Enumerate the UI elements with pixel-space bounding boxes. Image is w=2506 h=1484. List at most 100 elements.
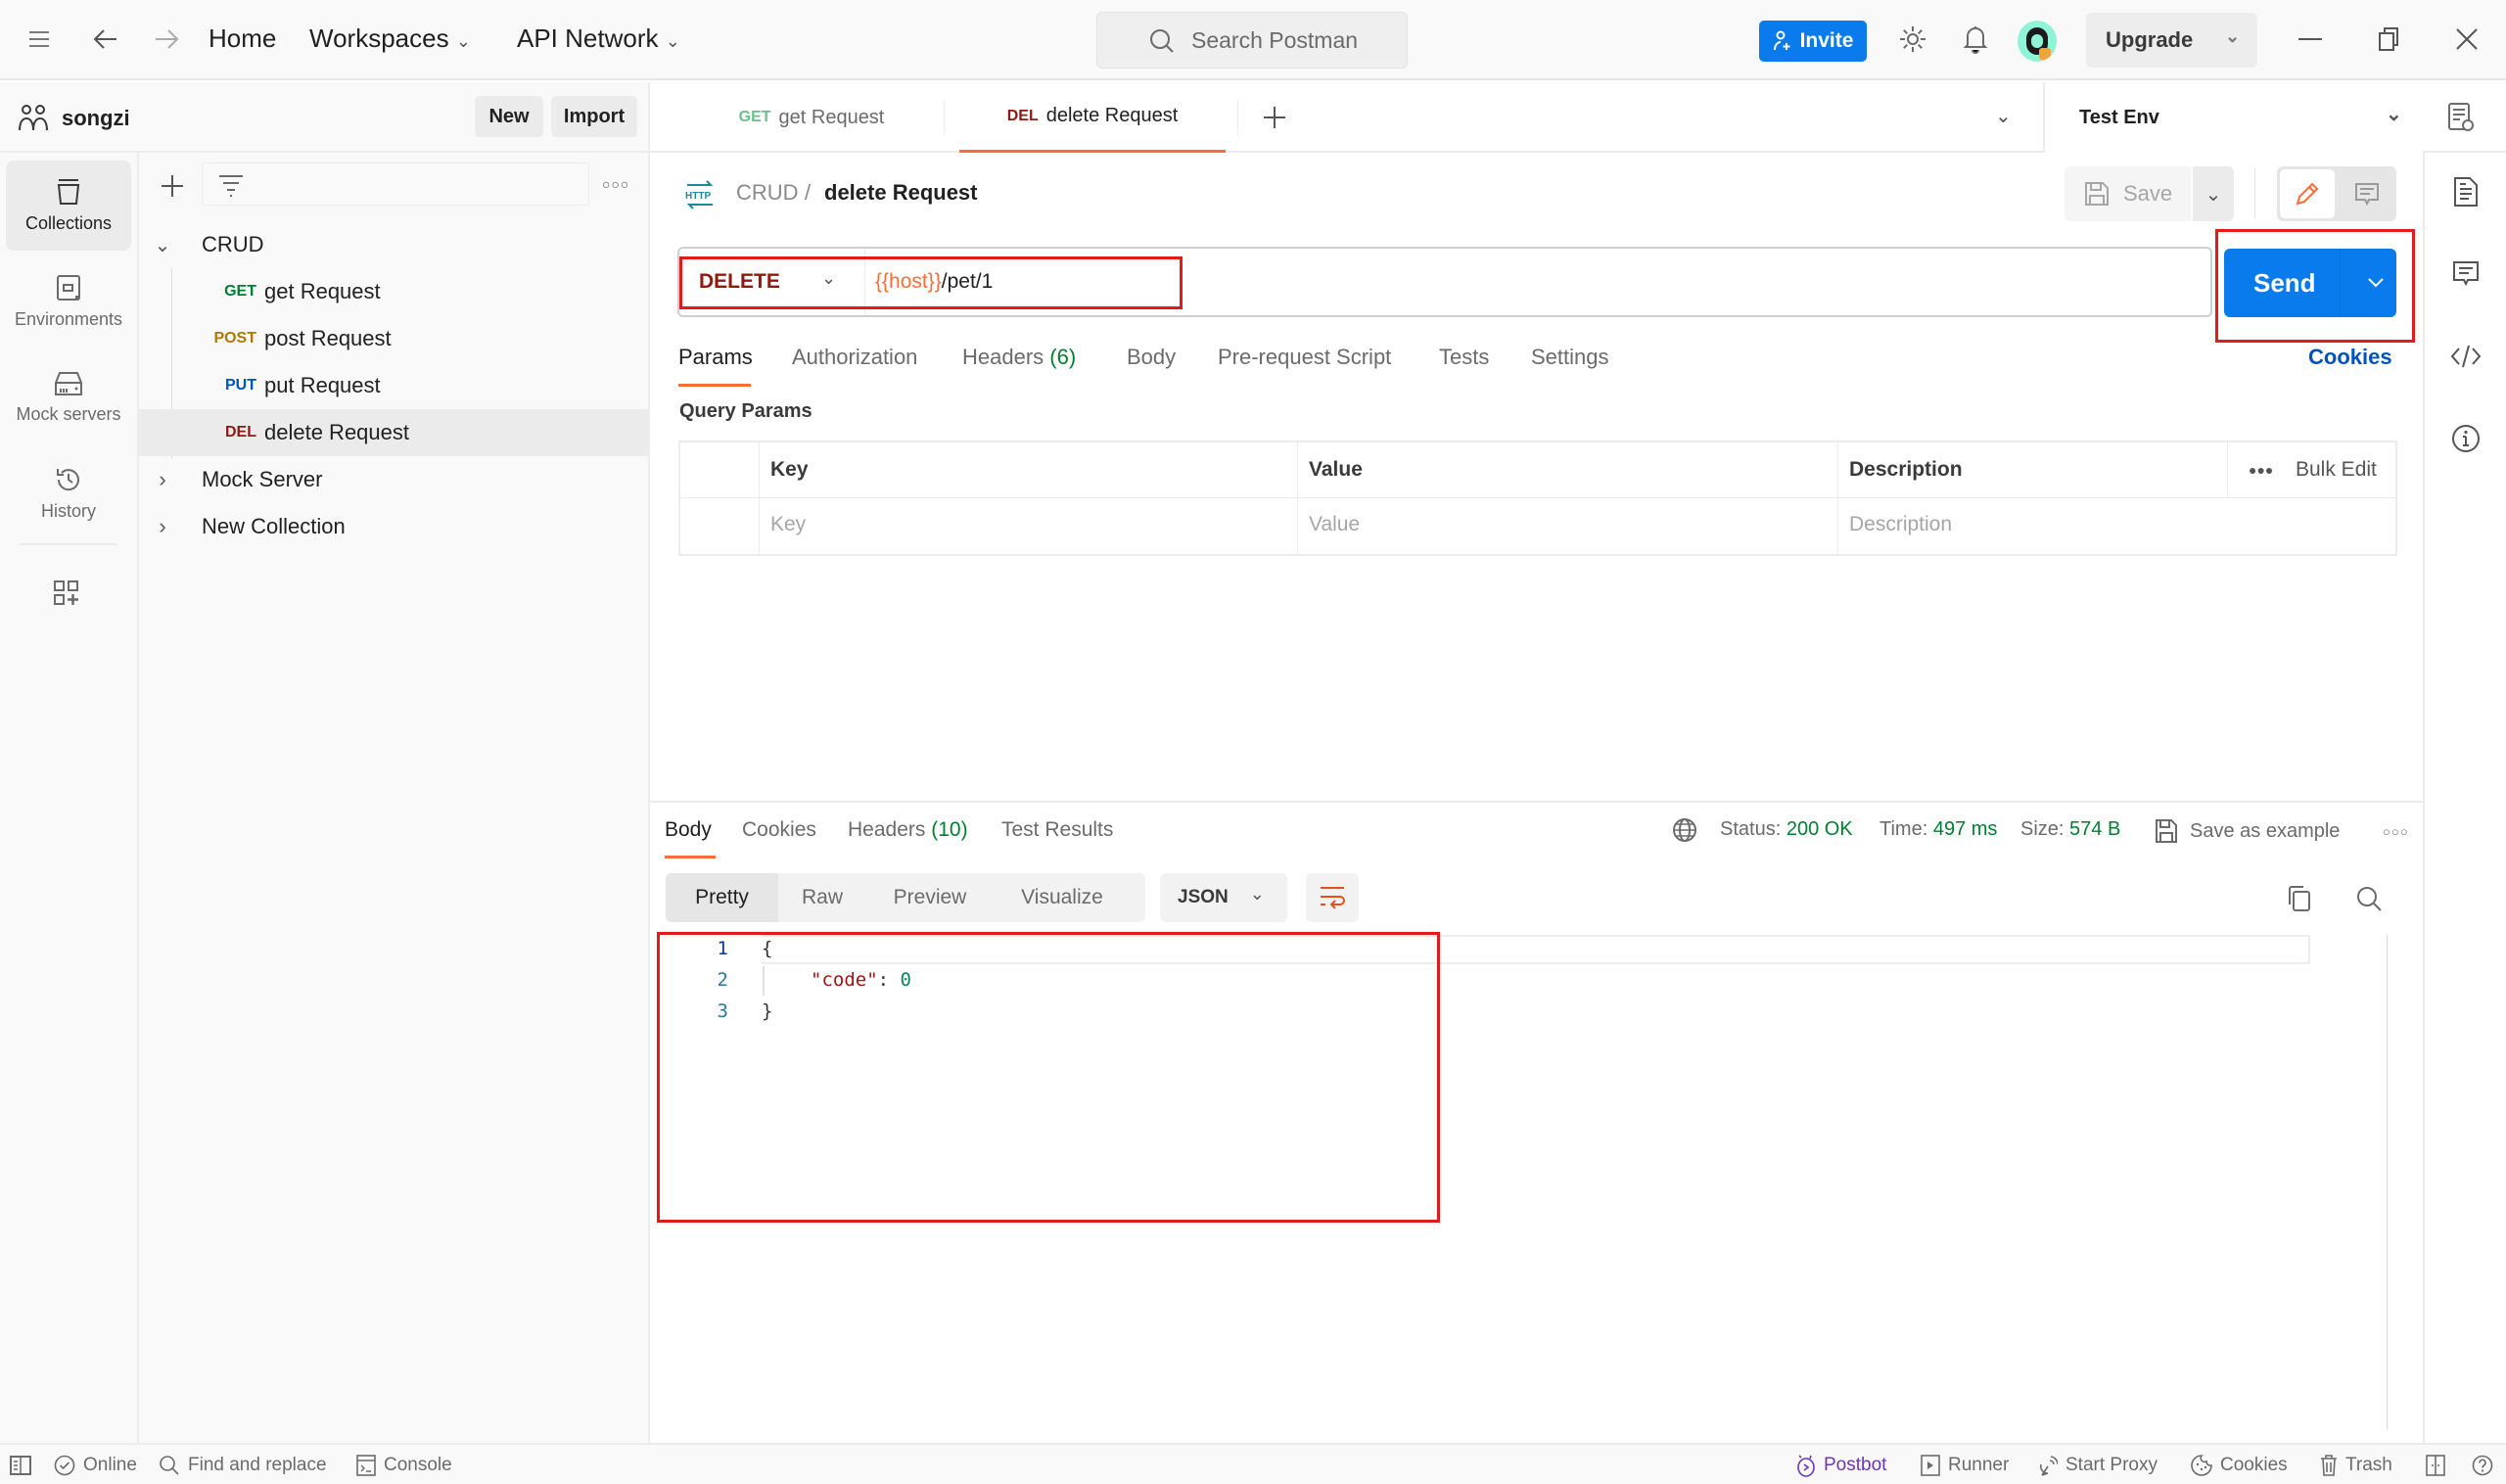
toggle-sidebar-icon[interactable] bbox=[10, 1453, 31, 1478]
response-pane-divider[interactable] bbox=[650, 801, 2423, 803]
filter-collections-input[interactable] bbox=[202, 162, 589, 206]
comment-mode-icon[interactable] bbox=[2340, 169, 2394, 218]
request-item-get[interactable]: GET get Request bbox=[139, 268, 648, 315]
response-tab-test-results[interactable]: Test Results bbox=[1001, 818, 1113, 842]
forward-arrow-icon[interactable] bbox=[147, 20, 186, 59]
home-link[interactable]: Home bbox=[209, 23, 276, 54]
response-tab-headers[interactable]: Headers (10) bbox=[848, 818, 968, 842]
tab-headers[interactable]: Headers (6) bbox=[962, 345, 1076, 370]
import-button[interactable]: Import bbox=[551, 96, 637, 137]
collection-mock-server[interactable]: › Mock Server bbox=[139, 456, 648, 503]
response-status[interactable]: Status: 200 OK bbox=[1720, 818, 1853, 841]
documentation-icon[interactable] bbox=[2446, 172, 2485, 211]
tab-authorization[interactable]: Authorization bbox=[792, 345, 917, 370]
postbot-button[interactable]: Postbot bbox=[1796, 1453, 1886, 1478]
trash-button[interactable]: Trash bbox=[2320, 1453, 2392, 1478]
save-button[interactable]: Save bbox=[2065, 166, 2191, 221]
collection-new-collection[interactable]: › New Collection bbox=[139, 503, 648, 550]
two-pane-view-icon[interactable] bbox=[2426, 1453, 2445, 1478]
copy-icon[interactable] bbox=[2287, 885, 2312, 912]
language-selector[interactable]: JSON ⌄ bbox=[1160, 873, 1287, 922]
configure-sidebar-icon[interactable] bbox=[53, 580, 80, 607]
request-item-delete[interactable]: DEL delete Request bbox=[139, 409, 648, 456]
find-and-replace-button[interactable]: Find and replace bbox=[159, 1453, 327, 1478]
tab-tests[interactable]: Tests bbox=[1439, 345, 1489, 370]
response-tab-body[interactable]: Body bbox=[665, 818, 712, 842]
environment-selector[interactable]: Test Env ⌄ bbox=[2043, 82, 2423, 153]
new-tab-plus-icon[interactable] bbox=[1263, 106, 1286, 129]
param-description-input[interactable]: Description bbox=[1837, 497, 2395, 552]
rail-item-history[interactable]: History bbox=[6, 448, 131, 538]
add-collection-icon[interactable] bbox=[161, 174, 184, 198]
rail-item-collections[interactable]: Collections bbox=[6, 161, 131, 251]
size-label: Size: bbox=[2020, 818, 2065, 840]
rail-item-mock-servers[interactable]: Mock servers bbox=[6, 352, 131, 442]
request-item-post[interactable]: POST post Request bbox=[139, 315, 648, 362]
info-icon[interactable] bbox=[2446, 419, 2485, 458]
comments-icon[interactable] bbox=[2446, 255, 2485, 294]
globe-icon[interactable] bbox=[1672, 817, 1697, 843]
user-avatar[interactable] bbox=[2018, 21, 2057, 62]
response-tab-cookies[interactable]: Cookies bbox=[742, 818, 816, 842]
new-button[interactable]: New bbox=[475, 96, 543, 137]
more-options-icon[interactable]: ○○○ bbox=[602, 176, 629, 192]
team-icon bbox=[18, 103, 49, 132]
save-floppy-icon bbox=[2155, 818, 2178, 844]
online-status[interactable]: Online bbox=[54, 1453, 137, 1478]
editor-scrollbar[interactable] bbox=[2387, 935, 2388, 1429]
search-placeholder: Search Postman bbox=[1191, 26, 1359, 53]
cookies-link[interactable]: Cookies bbox=[2308, 345, 2392, 370]
upgrade-button[interactable]: Upgrade ⌄ bbox=[2086, 13, 2257, 68]
tabs-overflow-chevron-icon[interactable]: ⌄ bbox=[1995, 104, 2012, 128]
invite-button[interactable]: Invite bbox=[1759, 21, 1867, 62]
tab-body[interactable]: Body bbox=[1127, 345, 1176, 370]
table-more-options-icon[interactable]: ●●● bbox=[2237, 442, 2273, 497]
menu-icon[interactable] bbox=[20, 20, 59, 59]
search-input[interactable]: Search Postman bbox=[1096, 12, 1408, 69]
start-proxy-button[interactable]: Start Proxy bbox=[2038, 1453, 2158, 1478]
console-button[interactable]: Console bbox=[356, 1453, 452, 1478]
notifications-bell-icon[interactable] bbox=[1956, 20, 1995, 59]
chevron-right-icon: › bbox=[159, 467, 166, 491]
minimize-icon[interactable] bbox=[2291, 20, 2330, 59]
response-more-options-icon[interactable]: ○○○ bbox=[2383, 824, 2409, 839]
back-arrow-icon[interactable] bbox=[86, 20, 125, 59]
response-size[interactable]: Size: 574 B bbox=[2020, 818, 2120, 841]
param-key-input[interactable]: Key bbox=[759, 497, 1297, 552]
tab-delete-request[interactable]: DEL delete Request bbox=[959, 82, 1226, 153]
edit-pencil-icon[interactable] bbox=[2280, 169, 2335, 218]
environment-quick-look-icon[interactable] bbox=[2447, 102, 2475, 133]
bulk-edit-link[interactable]: Bulk Edit bbox=[2284, 442, 2377, 497]
response-time[interactable]: Time: 497 ms bbox=[1880, 818, 1997, 841]
tab-pre-request-script[interactable]: Pre-request Script bbox=[1218, 345, 1391, 370]
format-raw[interactable]: Raw bbox=[778, 873, 866, 922]
tab-get-request[interactable]: GET get Request bbox=[679, 82, 944, 153]
workspace-header: songzi New Import bbox=[0, 82, 650, 153]
workspaces-menu[interactable]: Workspaces ⌄ bbox=[309, 23, 471, 54]
format-pretty[interactable]: Pretty bbox=[666, 873, 778, 922]
param-value-input[interactable]: Value bbox=[1297, 497, 1837, 552]
search-response-icon[interactable] bbox=[2355, 885, 2383, 912]
help-icon[interactable] bbox=[2472, 1453, 2493, 1478]
api-network-menu[interactable]: API Network ⌄ bbox=[517, 23, 680, 54]
status-value: 200 OK bbox=[1786, 818, 1853, 840]
save-as-example-button[interactable]: Save as example bbox=[2155, 818, 2340, 844]
save-options-chevron-icon[interactable]: ⌄ bbox=[2193, 166, 2234, 221]
wrap-lines-button[interactable] bbox=[1306, 873, 1359, 922]
runner-button[interactable]: Runner bbox=[1921, 1453, 2009, 1478]
tab-settings[interactable]: Settings bbox=[1531, 345, 1609, 370]
request-item-put[interactable]: PUT put Request bbox=[139, 362, 648, 409]
upgrade-label: Upgrade bbox=[2106, 27, 2194, 52]
close-icon[interactable] bbox=[2447, 20, 2486, 59]
rail-item-environments[interactable]: Environments bbox=[6, 256, 131, 347]
breadcrumb-parent[interactable]: CRUD bbox=[736, 180, 799, 206]
code-snippet-icon[interactable] bbox=[2446, 337, 2485, 376]
history-icon bbox=[55, 466, 82, 493]
settings-gear-icon[interactable] bbox=[1893, 20, 1932, 59]
cookies-button[interactable]: Cookies bbox=[2191, 1453, 2288, 1478]
format-visualize[interactable]: Visualize bbox=[994, 873, 1131, 922]
restore-window-icon[interactable] bbox=[2369, 20, 2408, 59]
tab-params[interactable]: Params bbox=[678, 345, 753, 370]
format-preview[interactable]: Preview bbox=[866, 873, 994, 922]
collection-crud[interactable]: ⌄ CRUD bbox=[139, 221, 648, 268]
